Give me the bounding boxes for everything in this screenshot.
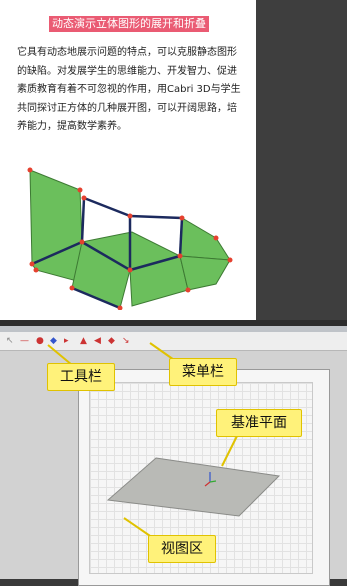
plane-pointer xyxy=(221,435,238,467)
callout-base-plane: 基准平面 xyxy=(216,409,302,437)
callout-toolbar: 工具栏 xyxy=(47,363,115,391)
base-plane xyxy=(106,457,281,517)
toolbar-pointer xyxy=(47,344,73,366)
annotation-overlay xyxy=(47,342,281,541)
callout-menu-bar: 菜单栏 xyxy=(169,358,237,386)
callout-view-area: 视图区 xyxy=(148,535,216,563)
